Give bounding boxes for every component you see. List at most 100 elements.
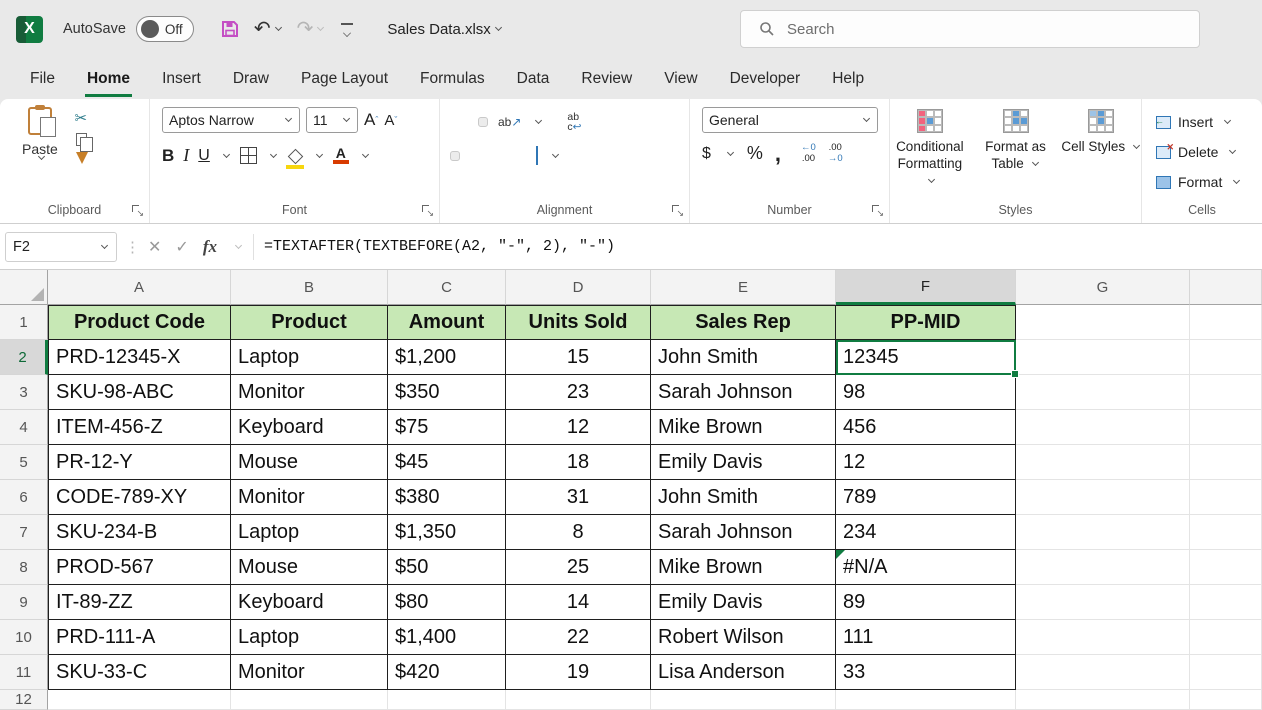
cell-F8[interactable]: #N/A [836,550,1016,585]
cell-C4[interactable]: $75 [388,410,506,445]
cell-G4[interactable] [1016,410,1190,445]
column-header-B[interactable]: B [231,270,388,305]
cell-D10[interactable]: 22 [506,620,651,655]
cell-A6[interactable]: CODE-789-XY [48,480,231,515]
cell-E5[interactable]: Emily Davis [651,445,836,480]
cell-B7[interactable]: Laptop [231,515,388,550]
format-painter-icon[interactable] [76,152,88,164]
cell-B8[interactable]: Mouse [231,550,388,585]
cell-B3[interactable]: Monitor [231,375,388,410]
decrease-indent-button[interactable] [494,152,502,160]
row-header-3[interactable]: 3 [0,375,48,410]
row-header-1[interactable]: 1 [0,305,48,340]
column-header-D[interactable]: D [506,270,651,305]
cell-H11[interactable] [1190,655,1262,690]
cell-A11[interactable]: SKU-33-C [48,655,231,690]
cell-C11[interactable]: $420 [388,655,506,690]
borders-icon[interactable] [240,147,257,164]
cell-D7[interactable]: 8 [506,515,651,550]
undo-button[interactable]: ↶ [250,16,287,42]
document-title[interactable]: Sales Data.xlsx [387,21,502,38]
merge-center-chevron-icon[interactable] [552,151,559,158]
increase-decimal-button[interactable]: ←0.00 [801,143,816,164]
borders-chevron-icon[interactable] [270,150,277,157]
cell-A9[interactable]: IT-89-ZZ [48,585,231,620]
cell-H8[interactable] [1190,550,1262,585]
name-box[interactable]: F2 [5,232,117,262]
column-header-C[interactable]: C [388,270,506,305]
cell-E4[interactable]: Mike Brown [651,410,836,445]
increase-indent-button[interactable] [508,152,516,160]
cell-E8[interactable]: Mike Brown [651,550,836,585]
cell-F2[interactable]: 12345 [836,340,1016,375]
underline-button[interactable]: U [198,147,210,165]
font-name-select[interactable]: Aptos Narrow [162,107,300,133]
cell-F10[interactable]: 111 [836,620,1016,655]
comma-format-button[interactable]: , [775,149,781,159]
cell-A1[interactable]: Product Code [48,305,231,340]
cell-D6[interactable]: 31 [506,480,651,515]
menu-tab-file[interactable]: File [28,61,57,97]
merge-center-button[interactable] [532,143,542,169]
cell-C6[interactable]: $380 [388,480,506,515]
menu-tab-review[interactable]: Review [579,61,634,97]
font-size-select[interactable]: 11 [306,107,358,133]
confirm-entry-icon[interactable]: ✓ [175,237,188,257]
menu-tab-draw[interactable]: Draw [231,61,271,97]
align-center-button[interactable] [466,152,474,160]
cell-B5[interactable]: Mouse [231,445,388,480]
fill-handle[interactable] [1011,370,1019,378]
cell-B1[interactable]: Product [231,305,388,340]
bold-button[interactable]: B [162,146,174,166]
cell-D5[interactable]: 18 [506,445,651,480]
menu-tab-view[interactable]: View [662,61,699,97]
cell-C12[interactable] [388,690,506,710]
wrap-text-button[interactable]: abc↩ [563,108,585,137]
column-header-F[interactable]: F [836,270,1016,305]
cell-A5[interactable]: PR-12-Y [48,445,231,480]
cut-icon[interactable]: ✂ [74,109,88,127]
cell-D9[interactable]: 14 [506,585,651,620]
cell-E10[interactable]: Robert Wilson [651,620,836,655]
copy-icon[interactable] [76,133,87,146]
alignment-dialog-launcher-icon[interactable] [672,205,683,216]
cell-B11[interactable]: Monitor [231,655,388,690]
cell-A10[interactable]: PRD-111-A [48,620,231,655]
increase-font-size-button[interactable]: Aˆ [364,107,378,133]
cell-F9[interactable]: 89 [836,585,1016,620]
row-header-10[interactable]: 10 [0,620,48,655]
cell-H7[interactable] [1190,515,1262,550]
align-right-button[interactable] [480,152,488,160]
font-dialog-launcher-icon[interactable] [422,205,433,216]
clipboard-dialog-launcher-icon[interactable] [132,205,143,216]
column-header-G[interactable]: G [1016,270,1190,305]
italic-button[interactable]: I [183,145,189,166]
font-color-icon[interactable]: A [333,147,349,164]
cell-H1[interactable] [1190,305,1262,340]
percent-format-button[interactable]: % [747,143,763,164]
cell-C7[interactable]: $1,350 [388,515,506,550]
row-header-7[interactable]: 7 [0,515,48,550]
menu-tab-insert[interactable]: Insert [160,61,203,97]
column-header-partial[interactable] [1190,270,1262,305]
font-color-chevron-icon[interactable] [362,150,369,157]
cell-G1[interactable] [1016,305,1190,340]
cell-B10[interactable]: Laptop [231,620,388,655]
row-header-5[interactable]: 5 [0,445,48,480]
select-all-corner[interactable] [0,270,48,305]
orientation-button[interactable]: ab↗ [494,111,525,133]
cell-A7[interactable]: SKU-234-B [48,515,231,550]
cell-E3[interactable]: Sarah Johnson [651,375,836,410]
delete-cells-button[interactable]: Delete [1156,137,1262,167]
insert-function-icon[interactable]: fx [203,237,217,257]
cell-F7[interactable]: 234 [836,515,1016,550]
cell-B4[interactable]: Keyboard [231,410,388,445]
cell-E2[interactable]: John Smith [651,340,836,375]
cell-C1[interactable]: Amount [388,305,506,340]
cell-E11[interactable]: Lisa Anderson [651,655,836,690]
cell-B2[interactable]: Laptop [231,340,388,375]
row-header-2[interactable]: 2 [0,340,48,375]
cell-C9[interactable]: $80 [388,585,506,620]
currency-chevron-icon[interactable] [727,148,734,155]
cell-A3[interactable]: SKU-98-ABC [48,375,231,410]
